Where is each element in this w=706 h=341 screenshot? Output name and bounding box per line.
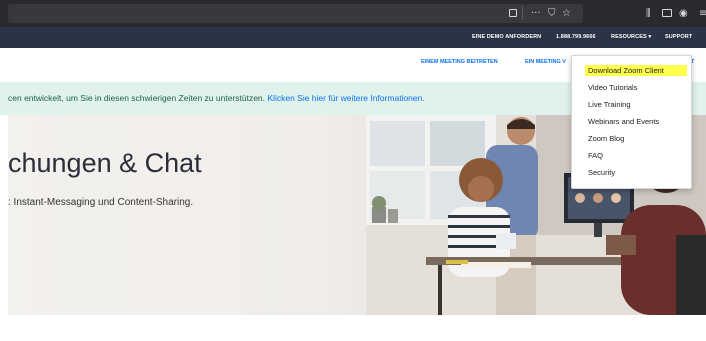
resources-menu-button[interactable]: RESOURCES ▾ — [611, 27, 651, 48]
video-tutorials-link[interactable]: Video Tutorials — [588, 83, 637, 92]
phone-number[interactable]: 1.888.799.9666 — [556, 27, 596, 48]
support-link[interactable]: SUPPORT — [665, 27, 692, 48]
security-link[interactable]: Security — [588, 168, 615, 177]
zoom-blog-link[interactable]: Zoom Blog — [588, 134, 624, 143]
top-nav — [0, 27, 706, 48]
sidebar-icon[interactable] — [662, 9, 672, 17]
download-zoom-client-link[interactable]: Download Zoom Client — [588, 66, 664, 75]
faq-link[interactable]: FAQ — [588, 151, 603, 160]
live-training-link[interactable]: Live Training — [588, 100, 631, 109]
toolbar-divider — [522, 6, 523, 20]
library-icon[interactable]: ⫼ — [646, 4, 651, 23]
banner-link[interactable]: Klicken Sie hier für weitere Information… — [267, 93, 424, 103]
banner-text: cen entwickelt, um Sie in diesen schwier… — [8, 93, 425, 103]
bookmark-star-icon[interactable]: ☆ — [562, 4, 571, 23]
banner-message: cen entwickelt, um Sie in diesen schwier… — [8, 93, 268, 103]
more-actions-icon[interactable]: ··· — [531, 4, 541, 23]
host-meeting-link[interactable]: EIN MEETING V — [525, 59, 566, 65]
menu-icon[interactable]: ≡ — [699, 4, 706, 23]
request-demo-link[interactable]: EINE DEMO ANFORDERN — [472, 27, 541, 48]
caret-down-icon: ▾ — [648, 34, 652, 40]
url-bar[interactable] — [8, 4, 583, 23]
reader-view-icon[interactable] — [509, 9, 517, 17]
join-meeting-link[interactable]: EINEM MEETING BEITRETEN — [421, 59, 498, 65]
pocket-icon[interactable]: ⛉ — [548, 4, 556, 23]
hero-subtitle: : Instant-Messaging und Content-Sharing. — [8, 197, 194, 208]
hero-title: chungen & Chat — [8, 148, 202, 178]
account-icon[interactable]: ◉ — [679, 4, 688, 23]
webinars-and-events-link[interactable]: Webinars and Events — [588, 117, 659, 126]
resources-label: RESOURCES — [611, 34, 647, 40]
